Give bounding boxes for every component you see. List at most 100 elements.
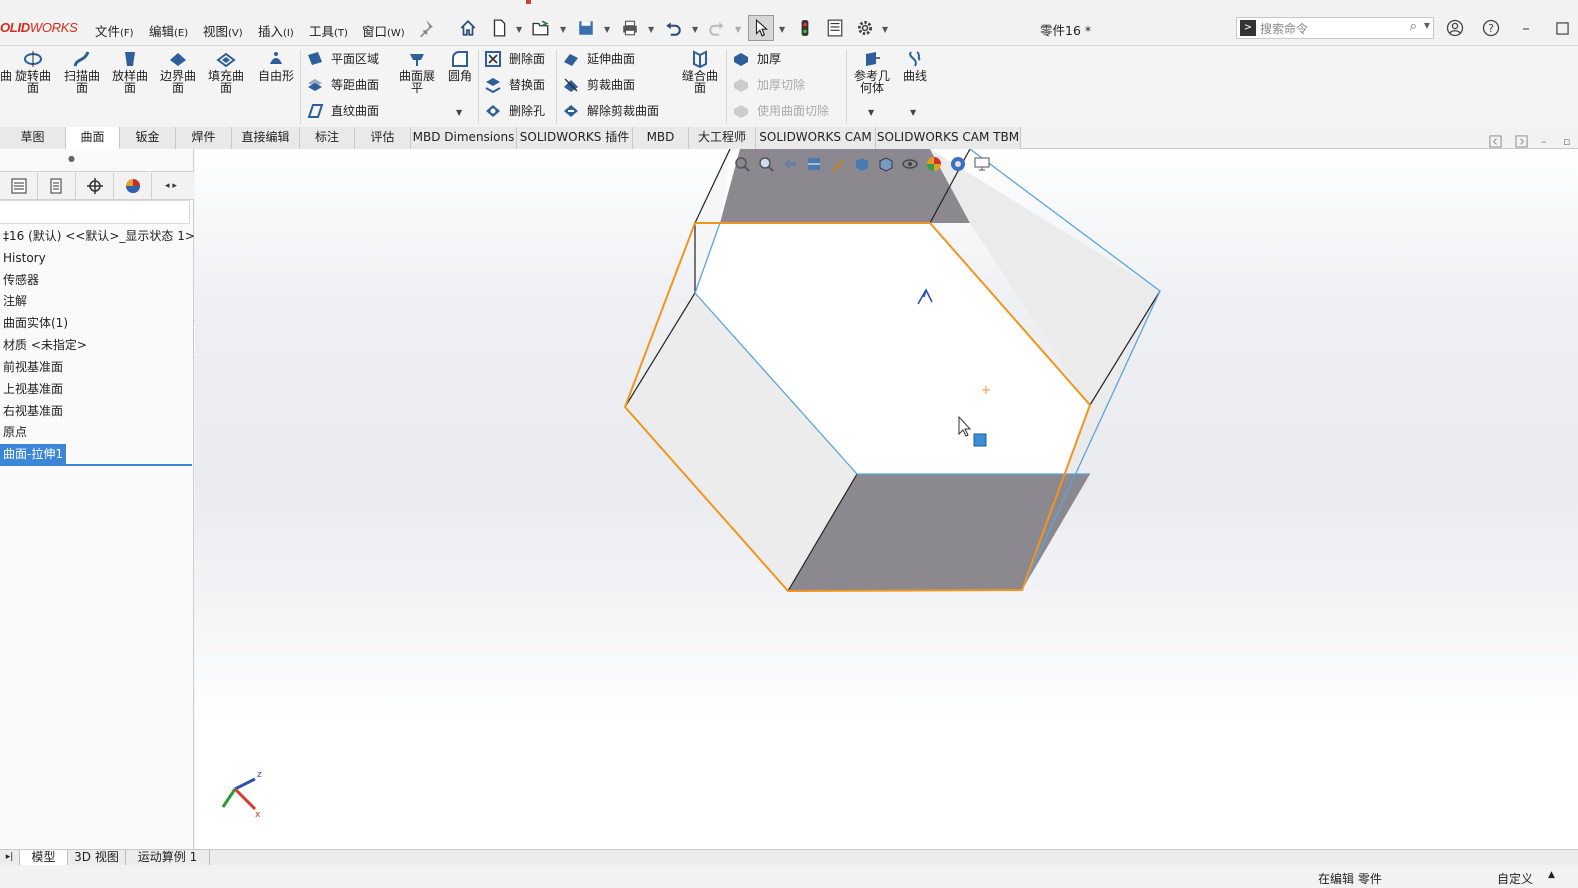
maximize-window-icon[interactable] [1552,18,1572,38]
tree-item-top-plane[interactable]: 上视基准面 [0,379,63,399]
sweep-surface-button[interactable]: 扫描曲面 [60,50,104,94]
search-command-input[interactable]: > 搜索命令 ⌕ ▼ [1236,17,1434,39]
menu-edit[interactable]: 编辑(E) [149,21,188,40]
menu-window[interactable]: 窗口(W) [362,21,405,40]
tab-surfaces[interactable]: 曲面 [66,127,120,149]
tab-engineer[interactable]: 大工程师 [689,127,756,149]
help-icon[interactable]: ? [1481,18,1501,38]
revolve-surface-button[interactable]: 旋转曲面 [10,50,56,94]
tree-item-sensors[interactable]: 传感器 [0,270,39,290]
tree-item-surface-extrude1[interactable]: 曲面-拉伸1 [0,444,66,464]
print-icon[interactable] [619,17,641,39]
tab-weldments[interactable]: 焊件 [176,127,232,149]
zoom-area-icon[interactable] [757,155,775,173]
save-dropdown-icon[interactable]: ▼ [604,25,610,34]
tab-markup[interactable]: 标注 [300,127,355,149]
new-document-icon[interactable] [488,17,510,39]
trim-surface-button[interactable]: 剪裁曲面 [562,75,635,95]
model-canvas[interactable]: z x [195,149,1578,849]
section-view-icon[interactable] [805,155,823,173]
display-style-icon[interactable] [877,155,895,173]
fillet-dropdown-icon[interactable]: ▼ [456,108,462,117]
menu-view[interactable]: 视图(V) [203,21,243,40]
user-account-icon[interactable] [1445,18,1465,38]
replace-face-button[interactable]: 替换面 [484,75,545,95]
undo-icon[interactable] [662,17,684,39]
status-up-arrow-icon[interactable]: ▲ [1548,870,1555,880]
property-manager-icon[interactable] [38,173,76,199]
previous-view-icon[interactable] [781,155,799,173]
configuration-manager-icon[interactable] [76,173,114,199]
flatten-surface-button[interactable]: 曲面展平 [396,50,438,94]
tree-root-part[interactable]: ‡16 (默认) <<默认>_显示状态 1> [0,226,195,246]
reference-geometry-button[interactable]: 参考几何体 [850,50,894,94]
tab-motion-study-1[interactable]: 运动算例 1 [126,850,210,865]
display-manager-icon[interactable] [114,173,152,199]
tab-scroll-icon[interactable]: ▸| [0,850,20,865]
panel-grip-dot[interactable]: ● [68,154,75,163]
tab-sketch[interactable]: 草图 [0,127,66,149]
tree-item-front-plane[interactable]: 前视基准面 [0,357,63,377]
view-settings-icon[interactable] [973,155,991,173]
options-dropdown-icon[interactable]: ▼ [882,25,888,34]
select-dropdown-icon[interactable]: ▼ [779,25,785,34]
dynamic-annotation-icon[interactable] [829,155,847,173]
delete-face-button[interactable]: 删除面 [484,49,545,69]
tab-mbd-dimensions[interactable]: MBD Dimensions [411,127,517,149]
select-cursor-icon[interactable] [748,15,774,41]
tab-sheet-metal[interactable]: 钣金 [120,127,176,149]
tab-solidworks-cam-tbm[interactable]: SOLIDWORKS CAM TBM [876,127,1021,149]
home-icon[interactable] [457,17,479,39]
tab-evaluate[interactable]: 评估 [355,127,411,149]
delete-hole-button[interactable]: 删除孔 [484,101,545,121]
options-gear-icon[interactable] [854,17,876,39]
tree-item-history[interactable]: History [0,248,46,268]
menu-insert[interactable]: 插入(I) [258,21,294,40]
extrude-surface-button-partial[interactable]: 曲 [0,50,12,82]
planar-surface-button[interactable]: 平面区域 [306,49,379,69]
tree-item-annotations[interactable]: 注解 [0,291,27,311]
menu-tools[interactable]: 工具(T) [309,21,348,40]
reference-geometry-dropdown-icon[interactable]: ▼ [868,108,874,117]
panel-collapse-left-icon[interactable] [1489,135,1503,149]
ruled-surface-button[interactable]: 直纹曲面 [306,101,379,121]
view-orientation-icon[interactable] [853,155,871,173]
tab-direct-editing[interactable]: 直接编辑 [232,127,300,149]
panel-collapse-right-icon[interactable] [1515,135,1529,149]
units-customize-button[interactable]: 自定义 [1497,870,1533,887]
pin-icon[interactable] [414,17,436,39]
new-dropdown-icon[interactable]: ▼ [516,25,522,34]
search-dropdown-icon[interactable]: ▼ [1424,21,1430,30]
offset-surface-button[interactable]: 等距曲面 [306,75,379,95]
search-icon[interactable]: ⌕ [1410,19,1417,34]
freeform-button[interactable]: 自由形 [254,50,298,82]
manager-scroll-icon[interactable]: ◂ ▸ [154,173,188,199]
feature-manager-tree-icon[interactable] [0,173,38,199]
print-dropdown-icon[interactable]: ▼ [648,25,654,34]
tab-model[interactable]: 模型 [20,850,68,865]
loft-surface-button[interactable]: 放样曲面 [108,50,152,94]
minimize-window-icon[interactable]: – [1516,18,1536,38]
file-properties-icon[interactable] [824,17,846,39]
rollback-bar[interactable] [0,464,192,466]
tab-mbd[interactable]: MBD [633,127,689,149]
apply-scene-icon[interactable] [949,155,967,173]
tree-item-material[interactable]: 材质 <未指定> [0,335,87,355]
tree-item-surface-bodies[interactable]: 曲面实体(1) [0,313,68,333]
tab-solidworks-addins[interactable]: SOLIDWORKS 插件 [517,127,633,149]
extend-surface-button[interactable]: 延伸曲面 [562,49,635,69]
menu-file[interactable]: 文件(F) [95,21,134,40]
tree-item-right-plane[interactable]: 右视基准面 [0,401,63,421]
hide-show-items-icon[interactable] [901,155,919,173]
graphics-area[interactable]: z x [195,149,1578,849]
curves-button[interactable]: 曲线 [898,50,932,82]
zoom-to-fit-icon[interactable] [733,155,751,173]
viewport-restore-icon[interactable]: ▫ [1563,135,1577,149]
thicken-button[interactable]: 加厚 [732,49,781,69]
viewport-minimize-icon[interactable]: – [1541,135,1555,149]
solidworks-logo[interactable]: OLIDWORKS [0,20,78,35]
knit-surface-button[interactable]: 缝合曲面 [678,50,722,94]
untrim-surface-button[interactable]: 解除剪裁曲面 [562,101,659,121]
fillet-button[interactable]: 圆角 [446,50,474,82]
rebuild-icon[interactable] [794,17,816,39]
